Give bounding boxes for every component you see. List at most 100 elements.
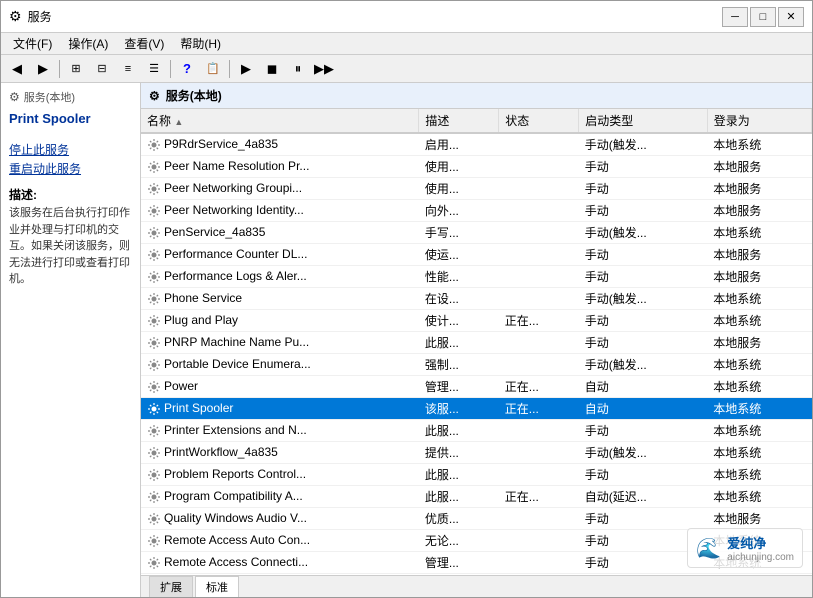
- menu-action[interactable]: 操作(A): [60, 33, 116, 54]
- table-row[interactable]: Program Compatibility A...此服...正在...自动(延…: [141, 486, 812, 508]
- service-desc-cell: 性能...: [419, 266, 499, 288]
- col-name[interactable]: 名称 ▲: [141, 109, 419, 133]
- service-startup-cell: 手动: [579, 420, 708, 442]
- service-desc-cell: 此服...: [419, 332, 499, 354]
- service-status-cell: [499, 354, 579, 376]
- table-row[interactable]: P9RdrService_4a835启用... 手动(触发...本地系统: [141, 133, 812, 156]
- col-login[interactable]: 登录为: [707, 109, 811, 133]
- table-row[interactable]: Portable Device Enumera...强制...手动(触发...本…: [141, 354, 812, 376]
- table-row[interactable]: Problem Reports Control...此服...手动本地系统: [141, 464, 812, 486]
- services-table: 名称 ▲ 描述 状态 启动类型 登录为 P9RdrService_4a835启用…: [141, 109, 812, 574]
- service-startup-cell: 手动: [579, 310, 708, 332]
- close-button[interactable]: ✕: [778, 7, 804, 27]
- table-row[interactable]: Print Spooler该服...正在...自动本地系统: [141, 398, 812, 420]
- menu-bar: 文件(F) 操作(A) 查看(V) 帮助(H): [1, 33, 812, 55]
- service-name-cell: Program Compatibility A...: [141, 486, 419, 508]
- pause-button[interactable]: ⏸: [286, 58, 310, 80]
- service-name-cell: Phone Service: [141, 288, 419, 310]
- service-startup-cell: 手动: [579, 266, 708, 288]
- service-desc-cell: 该服...: [419, 398, 499, 420]
- sidebar-service-name: Print Spooler: [5, 107, 136, 132]
- service-login-cell: 本地系统: [707, 133, 811, 156]
- table-row[interactable]: PenService_4a835手写...手动(触发...本地系统: [141, 222, 812, 244]
- col-startup[interactable]: 启动类型: [579, 109, 708, 133]
- service-desc-cell: 强制...: [419, 354, 499, 376]
- service-name-cell: P9RdrService_4a835: [141, 133, 419, 156]
- app-icon: ⚙: [9, 8, 22, 25]
- service-startup-cell: 手动: [579, 244, 708, 266]
- back-button[interactable]: ◀: [5, 58, 29, 80]
- view-large-button[interactable]: ⊞: [64, 58, 88, 80]
- export-button[interactable]: 📋: [201, 58, 225, 80]
- restart-button[interactable]: ▶▶: [312, 58, 336, 80]
- col-desc[interactable]: 描述: [419, 109, 499, 133]
- service-startup-cell: 手动: [579, 464, 708, 486]
- right-panel: ⚙ 服务(本地) 名称 ▲ 描述 状态 启动类型 登录为: [141, 83, 812, 597]
- service-login-cell: 本地服务: [707, 508, 811, 530]
- play-button[interactable]: ▶: [234, 58, 258, 80]
- service-name-cell: PrintWorkflow_4a835: [141, 442, 419, 464]
- service-name-cell: Portable Device Enumera...: [141, 354, 419, 376]
- table-row[interactable]: Performance Counter DL...使运...手动本地服务: [141, 244, 812, 266]
- service-desc-cell: 使用...: [419, 178, 499, 200]
- service-status-cell: [499, 244, 579, 266]
- table-row[interactable]: PrintWorkflow_4a835提供...手动(触发...本地系统: [141, 442, 812, 464]
- service-startup-cell: 自动: [579, 376, 708, 398]
- service-startup-cell: 手动: [579, 156, 708, 178]
- service-login-cell: 本地系统: [707, 376, 811, 398]
- service-startup-cell: 手动(触发...: [579, 133, 708, 156]
- service-name-cell: Performance Counter DL...: [141, 244, 419, 266]
- services-table-container[interactable]: 名称 ▲ 描述 状态 启动类型 登录为 P9RdrService_4a835启用…: [141, 109, 812, 575]
- service-status-cell: [499, 552, 579, 574]
- table-row[interactable]: Peer Networking Identity...向外...手动本地服务: [141, 200, 812, 222]
- table-row[interactable]: PNRP Machine Name Pu...此服...手动本地服务: [141, 332, 812, 354]
- service-status-cell: [499, 442, 579, 464]
- table-row[interactable]: Performance Logs & Aler...性能...手动本地服务: [141, 266, 812, 288]
- view-detail-button[interactable]: ☰: [142, 58, 166, 80]
- col-status[interactable]: 状态: [499, 109, 579, 133]
- table-row[interactable]: Peer Name Resolution Pr...使用...手动本地服务: [141, 156, 812, 178]
- service-startup-cell: 手动: [579, 508, 708, 530]
- service-desc-cell: 向外...: [419, 200, 499, 222]
- tab-expand[interactable]: 扩展: [149, 576, 193, 598]
- service-name-cell: Peer Name Resolution Pr...: [141, 156, 419, 178]
- service-startup-cell: 手动: [579, 332, 708, 354]
- help-button[interactable]: ?: [175, 58, 199, 80]
- service-name-cell: PNRP Machine Name Pu...: [141, 332, 419, 354]
- sidebar-desc-text: 该服务在后台执行打印作业并处理与打印机的交互。如果关闭该服务，则无法进行打印或查…: [5, 205, 136, 288]
- service-status-cell: [499, 508, 579, 530]
- stop-service-link[interactable]: 停止此服务: [5, 140, 136, 159]
- service-name-cell: Printer Extensions and N...: [141, 420, 419, 442]
- service-desc-cell: 启用...: [419, 133, 499, 156]
- service-login-cell: 本地系统: [707, 464, 811, 486]
- minimize-button[interactable]: ─: [722, 7, 748, 27]
- restart-service-link[interactable]: 重启动此服务: [5, 159, 136, 178]
- table-row[interactable]: Peer Networking Groupi...使用...手动本地服务: [141, 178, 812, 200]
- service-desc-cell: 使计...: [419, 310, 499, 332]
- service-startup-cell: 手动: [579, 178, 708, 200]
- table-row[interactable]: Phone Service在设...手动(触发...本地系统: [141, 288, 812, 310]
- table-row[interactable]: Power管理...正在...自动本地系统: [141, 376, 812, 398]
- service-desc-cell: 使运...: [419, 244, 499, 266]
- view-list-button[interactable]: ≡: [116, 58, 140, 80]
- service-name-cell: Peer Networking Identity...: [141, 200, 419, 222]
- menu-file[interactable]: 文件(F): [5, 33, 60, 54]
- view-small-button[interactable]: ⊟: [90, 58, 114, 80]
- service-desc-cell: 手写...: [419, 222, 499, 244]
- tab-standard[interactable]: 标准: [195, 576, 239, 598]
- title-bar: ⚙ 服务 ─ □ ✕: [1, 1, 812, 33]
- forward-button[interactable]: ▶: [31, 58, 55, 80]
- service-desc-cell: 提供...: [419, 442, 499, 464]
- service-name-cell: PenService_4a835: [141, 222, 419, 244]
- service-startup-cell: 手动(触发...: [579, 288, 708, 310]
- maximize-button[interactable]: □: [750, 7, 776, 27]
- table-row[interactable]: Printer Extensions and N...此服...手动本地系统: [141, 420, 812, 442]
- service-startup-cell: 手动(触发...: [579, 442, 708, 464]
- service-login-cell: 本地服务: [707, 178, 811, 200]
- table-row[interactable]: Plug and Play使计...正在...手动本地系统: [141, 310, 812, 332]
- table-row[interactable]: Quality Windows Audio V...优质...手动本地服务: [141, 508, 812, 530]
- menu-view[interactable]: 查看(V): [116, 33, 172, 54]
- service-status-cell: [499, 288, 579, 310]
- stop-button[interactable]: ◼: [260, 58, 284, 80]
- menu-help[interactable]: 帮助(H): [172, 33, 229, 54]
